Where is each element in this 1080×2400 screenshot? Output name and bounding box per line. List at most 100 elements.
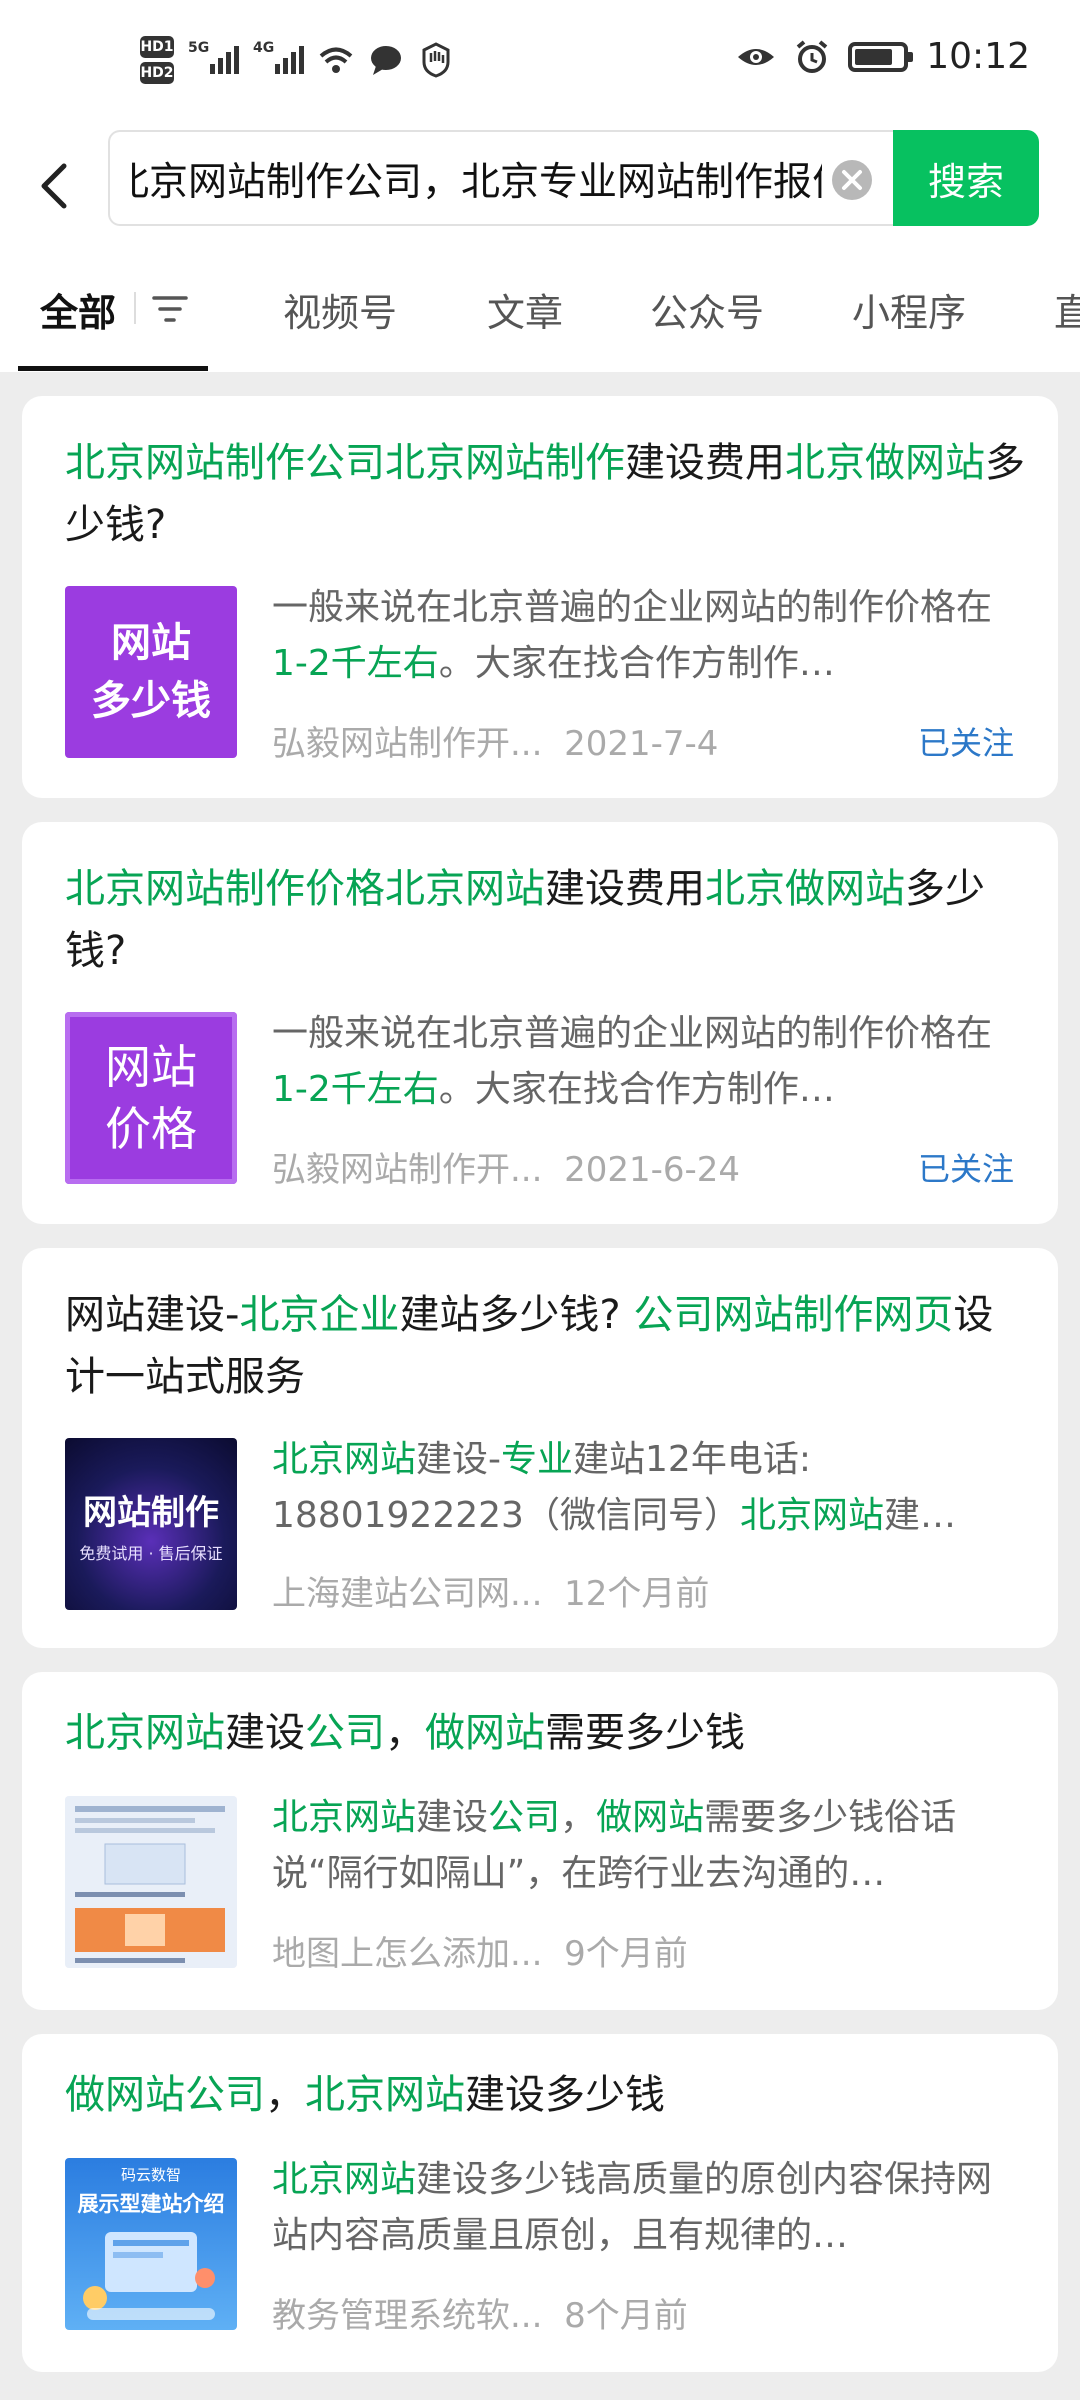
status-bar: HD1 HD2 5G 4G 10:12 [0,0,1080,130]
search-box[interactable] [108,130,893,226]
tab-all[interactable]: 全部 [40,282,116,337]
snippet-part: 建设 [416,1797,489,1838]
result-date: 9个月前 [564,1934,688,1974]
result-snippet: 一般来说在北京普遍的企业网站的制作价格在 1-2千左右。大家在找合作方制作… [272,1006,1012,1118]
result-source[interactable]: 弘毅网站制作开... [272,724,542,764]
result-source[interactable]: 上海建站公司网... [272,1574,542,1614]
title-part: 北京企业 [239,1292,400,1338]
thumbnail-text: 多少钱 [91,678,211,724]
result-title[interactable]: 北京网站制作公司北京网站制作建设费用北京做网站多少钱? [65,432,1025,556]
result-card[interactable]: 做网站公司，北京网站建设多少钱 码云数智 展示型建站介绍 北京网站建设多少钱高质… [22,2034,1058,2372]
snippet-part: 。大家在找合作方制作… [438,1069,835,1110]
title-part: 做网站公司 [65,2072,265,2118]
result-thumbnail[interactable]: 网站制作 免费试用 · 售后保证 [65,1438,237,1610]
snippet-part: 北京网站 [272,2159,417,2200]
search-button[interactable]: 搜索 [893,130,1039,226]
snippet-part: 建设- [416,1439,502,1480]
title-part: 需要多少钱 [545,1710,745,1756]
followed-badge: 已关注 [917,1150,1014,1188]
hd-indicator: HD1 HD2 [140,36,174,84]
snippet-part: 建… [883,1495,956,1536]
hd1-label: HD1 [140,36,174,58]
title-part: 北京网站制作价格北京网站 [65,866,545,912]
snippet-part: 北京网站 [272,1797,417,1838]
tab-channels[interactable]: 视频号 [283,282,397,337]
followed-badge: 已关注 [917,724,1014,762]
result-card[interactable]: 网站建设-北京企业建站多少钱? 公司网站制作网页设计一站式服务 网站制作 免费试… [22,1248,1058,1648]
snippet-part: 1-2千左右 [272,1069,439,1110]
result-thumbnail[interactable] [65,1796,237,1968]
result-source[interactable]: 教务管理系统软... [272,2296,542,2336]
illustration-icon [83,2232,215,2320]
eye-icon [738,48,775,65]
title-part: 公司网站制作网页 [633,1292,954,1338]
tab-more[interactable]: 直 [1054,282,1080,337]
result-title[interactable]: 北京网站制作价格北京网站建设费用北京做网站多少钱? [65,858,1025,982]
title-part: ， [385,1710,425,1756]
snippet-part: ， [560,1797,597,1838]
result-title[interactable]: 北京网站建设公司，做网站需要多少钱 [65,1702,1025,1764]
result-date: 8个月前 [564,2296,688,2336]
result-meta: 弘毅网站制作开... 2021-7-4 [272,716,718,765]
result-meta: 上海建站公司网... 12个月前 [272,1566,709,1615]
result-snippet: 一般来说在北京普遍的企业网站的制作价格在 1-2千左右。大家在找合作方制作… [272,580,1012,692]
result-source[interactable]: 弘毅网站制作开... [272,1150,542,1190]
thumbnail-text: 展示型建站介绍 [77,2192,225,2216]
thumbnail-text: 网站 [105,1040,197,1094]
thumbnail-brand: 码云数智 [120,2166,181,2184]
screenshot-thumbnail-icon [65,1796,237,1968]
result-snippet: 北京网站建设公司，做网站需要多少钱俗话说“隔行如隔山”，在跨行业去沟通的… [272,1790,1012,1902]
title-part: 北京网站 [305,2072,465,2118]
result-thumbnail[interactable]: 码云数智 展示型建站介绍 [65,2158,237,2330]
thumbnail-subtext: 免费试用 · 售后保证 [79,1543,223,1563]
tab-active-indicator [18,366,208,371]
result-meta: 弘毅网站制作开... 2021-6-24 [272,1142,740,1191]
title-part: 建设费用 [625,440,785,486]
result-source[interactable]: 地图上怎么添加... [272,1934,542,1974]
title-part: 网站建设- [65,1292,240,1338]
result-snippet: 北京网站建设多少钱高质量的原创内容保持网站内容高质量且原创，且有规律的… [272,2152,1012,2264]
snippet-part: 北京网站 [739,1495,884,1536]
result-card[interactable]: 北京网站建设公司，做网站需要多少钱 北京网站建设公司，做网站需要多少钱俗话说“隔… [22,1672,1058,2010]
thumbnail-text: 网站制作 [83,1492,219,1533]
result-card[interactable]: 北京网站制作价格北京网站建设费用北京做网站多少钱? 网站 价格 一般来说在北京普… [22,822,1058,1224]
filter-icon[interactable] [152,294,188,324]
search-bar: 搜索 [0,130,1080,240]
net2-label: 4G [253,40,275,56]
snippet-part: 专业 [501,1439,574,1480]
result-title[interactable]: 做网站公司，北京网站建设多少钱 [65,2064,1025,2126]
thumbnail-text: 价格 [105,1102,197,1156]
net1-label: 5G [188,40,210,56]
title-part: 公司 [305,1710,385,1756]
result-meta: 教务管理系统软... 8个月前 [272,2288,688,2337]
snippet-part: 做网站 [596,1797,705,1838]
signal-4g-icon: 4G [253,40,304,74]
thumbnail-text: 网站 [111,620,191,666]
title-part: 北京做网站 [705,866,905,912]
title-part: 北京做网站 [785,440,985,486]
clear-icon[interactable] [831,159,873,201]
tab-official-accounts[interactable]: 公众号 [650,282,764,337]
result-thumbnail[interactable]: 网站 价格 [65,1012,237,1184]
title-part: 做网站 [425,1710,545,1756]
clock: 10:12 [926,36,1030,77]
title-part: 建设费用 [545,866,705,912]
result-card[interactable]: 北京网站制作公司北京网站制作建设费用北京做网站多少钱? 网站 多少钱 一般来说在… [22,396,1058,798]
result-thumbnail[interactable]: 网站 多少钱 [65,586,237,758]
signal-5g-icon: 5G [188,40,239,74]
tab-articles[interactable]: 文章 [487,282,563,337]
result-title[interactable]: 网站建设-北京企业建站多少钱? 公司网站制作网页设计一站式服务 [65,1284,1025,1408]
tab-mini-programs[interactable]: 小程序 [852,282,966,337]
alarm-icon [796,39,828,73]
search-input[interactable] [130,132,824,224]
chat-bubble-icon [371,46,401,75]
title-part: 建设多少钱 [465,2072,665,2118]
hd2-label: HD2 [140,62,174,84]
snippet-part: 1-2千左右 [272,643,439,684]
snippet-part: 一般来说在北京普遍的企业网站的制作价格在 [272,1013,993,1054]
tab-bar: 全部 视频号 文章 公众号 小程序 直 [0,240,1080,372]
snippet-part: 公司 [488,1797,561,1838]
title-part: ， [265,2072,305,2118]
back-arrow-icon[interactable] [30,146,80,226]
result-date: 12个月前 [564,1574,710,1614]
